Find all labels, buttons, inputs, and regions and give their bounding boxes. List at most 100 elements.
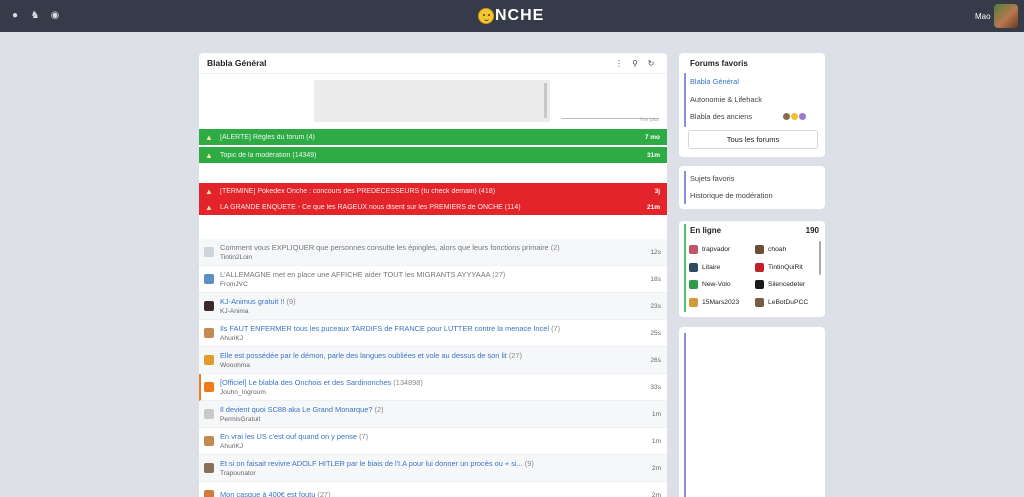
online-user-name[interactable]: choah bbox=[768, 246, 786, 253]
refresh-icon[interactable]: ↻ bbox=[643, 59, 659, 68]
topic-row[interactable]: Comment vous EXPLIQUER que personnes con… bbox=[199, 239, 667, 266]
more-icon[interactable]: ⋮ bbox=[611, 59, 627, 68]
online-user-name[interactable]: 15Mars2023 bbox=[702, 299, 739, 306]
online-user[interactable]: Silencedeter bbox=[755, 280, 805, 289]
topic-title-text[interactable]: Et si on faisait revivre ADOLF HITLER pa… bbox=[220, 459, 523, 468]
topic-title[interactable]: KJ-Animus gratuit !! (9) bbox=[220, 297, 641, 306]
search-icon[interactable]: ⚲ bbox=[627, 59, 643, 68]
online-user[interactable]: choah bbox=[755, 245, 786, 254]
topic-row[interactable]: Et si on faisait revivre ADOLF HITLER pa… bbox=[199, 455, 667, 482]
ad-scrollbar[interactable] bbox=[544, 83, 547, 118]
online-user-name[interactable]: Silencedeter bbox=[768, 281, 805, 288]
topic-title[interactable]: En vrai les US c'est ouf quand on y pens… bbox=[220, 432, 641, 441]
username[interactable]: Mao bbox=[975, 12, 991, 21]
topic-row[interactable]: Mon casque à 400€ est foutu (27) 2m bbox=[199, 482, 667, 497]
online-user-avatar[interactable] bbox=[755, 262, 764, 272]
all-forums-button[interactable]: Tous les forums bbox=[688, 130, 818, 149]
online-user-name[interactable]: LeBotDuPCC bbox=[768, 299, 808, 306]
topic-title[interactable]: L'ALLEMAGNE met en place une AFFICHE aid… bbox=[220, 270, 641, 279]
online-user[interactable]: Litaire bbox=[689, 262, 720, 272]
online-user-avatar[interactable] bbox=[755, 245, 764, 254]
favorite-topics-link[interactable]: Sujets favoris bbox=[690, 174, 734, 183]
favorite-forum-anciens[interactable]: Blabla des anciens bbox=[690, 112, 752, 121]
topic-title-text[interactable]: KJ-Animus gratuit !! bbox=[220, 297, 284, 306]
pinned-title[interactable]: [ALERTE] Règles du forum (4) bbox=[220, 134, 645, 141]
lightbulb-icon[interactable]: ● bbox=[10, 11, 20, 21]
ad-caption[interactable]: Voir plus bbox=[561, 117, 659, 123]
favorite-forum-autonomie[interactable]: Autonomie & Lifehack bbox=[690, 95, 762, 104]
online-user-name[interactable]: TintinQuiRit bbox=[768, 264, 803, 271]
topic-title-text[interactable]: En vrai les US c'est ouf quand on y pens… bbox=[220, 432, 357, 441]
pinned-title[interactable]: LA GRANDE ENQUÊTE - Ce que les RAGEUX no… bbox=[220, 204, 647, 211]
topic-author[interactable]: Wooohma bbox=[220, 362, 641, 369]
topic-author[interactable]: KJ-Anima bbox=[220, 308, 641, 315]
topic-author-avatar[interactable] bbox=[204, 490, 214, 497]
favorite-forum-blabla-general[interactable]: Blabla Général bbox=[690, 77, 739, 86]
pinned-topic[interactable]: ▲ [ALERTE] Règles du forum (4) 7 mo bbox=[199, 129, 667, 145]
topic-author[interactable]: AhuriKJ bbox=[220, 443, 641, 450]
online-user-avatar[interactable] bbox=[755, 297, 764, 307]
topic-author[interactable]: Trapounator bbox=[220, 470, 641, 477]
topic-title-text[interactable]: Elle est possédée par le démon, parle de… bbox=[220, 351, 507, 360]
online-user-avatar[interactable] bbox=[689, 297, 698, 307]
topic-author-avatar[interactable] bbox=[204, 382, 214, 392]
spy-icon[interactable]: ◉ bbox=[50, 11, 60, 21]
online-user-avatar[interactable] bbox=[689, 280, 698, 289]
topic-title[interactable]: Ils FAUT ENFERMER tous les puceaux TARDI… bbox=[220, 324, 641, 333]
topic-author[interactable]: PermisGratuit bbox=[220, 416, 641, 423]
topic-title-text[interactable]: L'ALLEMAGNE met en place une AFFICHE aid… bbox=[220, 270, 490, 279]
site-logo[interactable]: NCHE bbox=[478, 6, 544, 26]
pinned-title[interactable]: [TERMINE] Pokedex Onche : concours des P… bbox=[220, 188, 655, 195]
online-user-name[interactable]: trapvador bbox=[702, 246, 730, 253]
topic-row[interactable]: Il devient quoi SC88 aka Le Grand Monarq… bbox=[199, 401, 667, 428]
topic-row[interactable]: KJ-Animus gratuit !! (9) KJ-Anima 23s bbox=[199, 293, 667, 320]
topic-author[interactable]: AhuriKJ bbox=[220, 335, 641, 342]
topic-row[interactable]: Ils FAUT ENFERMER tous les puceaux TARDI… bbox=[199, 320, 667, 347]
topic-row[interactable]: L'ALLEMAGNE met en place une AFFICHE aid… bbox=[199, 266, 667, 293]
topic-author-avatar[interactable] bbox=[204, 301, 214, 311]
topic-title[interactable]: Elle est possédée par le démon, parle de… bbox=[220, 351, 641, 360]
online-user-avatar[interactable] bbox=[689, 245, 698, 254]
topic-author-avatar[interactable] bbox=[204, 355, 214, 365]
pinned-title[interactable]: Topic de la modération (14349) bbox=[220, 152, 647, 159]
topic-title[interactable]: Et si on faisait revivre ADOLF HITLER pa… bbox=[220, 459, 641, 468]
topic-author-avatar[interactable] bbox=[204, 247, 214, 257]
online-user-avatar[interactable] bbox=[689, 262, 698, 272]
topic-title[interactable]: Comment vous EXPLIQUER que personnes con… bbox=[220, 243, 641, 252]
pinned-topic[interactable]: ▲ Topic de la modération (14349) 31m bbox=[199, 147, 667, 163]
online-user-name[interactable]: Litaire bbox=[702, 264, 720, 271]
online-user[interactable]: TintinQuiRit bbox=[755, 262, 803, 272]
bell-icon[interactable]: ♞ bbox=[30, 11, 40, 21]
topic-row[interactable]: En vrai les US c'est ouf quand on y pens… bbox=[199, 428, 667, 455]
online-scrollbar[interactable] bbox=[819, 241, 821, 275]
online-user-name[interactable]: New-Volo bbox=[702, 281, 731, 288]
topic-author-avatar[interactable] bbox=[204, 463, 214, 473]
topic-title[interactable]: Il devient quoi SC88 aka Le Grand Monarq… bbox=[220, 405, 641, 414]
user-avatar[interactable] bbox=[994, 4, 1018, 28]
topic-title-text[interactable]: Mon casque à 400€ est foutu bbox=[220, 490, 315, 497]
topic-title-text[interactable]: Ils FAUT ENFERMER tous les puceaux TARDI… bbox=[220, 324, 549, 333]
topic-author[interactable]: FromJVC bbox=[220, 281, 641, 288]
topic-author-avatar[interactable] bbox=[204, 274, 214, 284]
pinned-topic[interactable]: ▲ LA GRANDE ENQUÊTE - Ce que les RAGEUX … bbox=[199, 199, 667, 215]
topic-title[interactable]: [Officiel] Le blabla des Onchois et des … bbox=[220, 378, 641, 387]
topic-row[interactable]: [Officiel] Le blabla des Onchois et des … bbox=[199, 374, 667, 401]
topic-title[interactable]: Mon casque à 400€ est foutu (27) bbox=[220, 490, 641, 497]
ad-banner[interactable] bbox=[314, 80, 550, 122]
topic-title-text[interactable]: [Officiel] Le blabla des Onchois et des … bbox=[220, 378, 391, 387]
topic-author-avatar[interactable] bbox=[204, 409, 214, 419]
topic-author[interactable]: Jouhn_Ingroum bbox=[220, 389, 641, 396]
online-user[interactable]: 15Mars2023 bbox=[689, 297, 739, 307]
online-user[interactable]: LeBotDuPCC bbox=[755, 297, 808, 307]
online-user[interactable]: New-Volo bbox=[689, 280, 731, 289]
topic-author-avatar[interactable] bbox=[204, 436, 214, 446]
moderation-history-link[interactable]: Historique de modération bbox=[690, 191, 773, 200]
topic-row[interactable]: Elle est possédée par le démon, parle de… bbox=[199, 347, 667, 374]
topic-title-text[interactable]: Il devient quoi SC88 aka Le Grand Monarq… bbox=[220, 405, 372, 414]
online-user[interactable]: trapvador bbox=[689, 245, 730, 254]
topic-author-avatar[interactable] bbox=[204, 328, 214, 338]
pinned-topic[interactable]: ▲ [TERMINE] Pokedex Onche : concours des… bbox=[199, 183, 667, 199]
topic-title-text[interactable]: Comment vous EXPLIQUER que personnes con… bbox=[220, 243, 549, 252]
topic-author[interactable]: Tintin2Loin bbox=[220, 254, 641, 261]
online-user-avatar[interactable] bbox=[755, 280, 764, 289]
